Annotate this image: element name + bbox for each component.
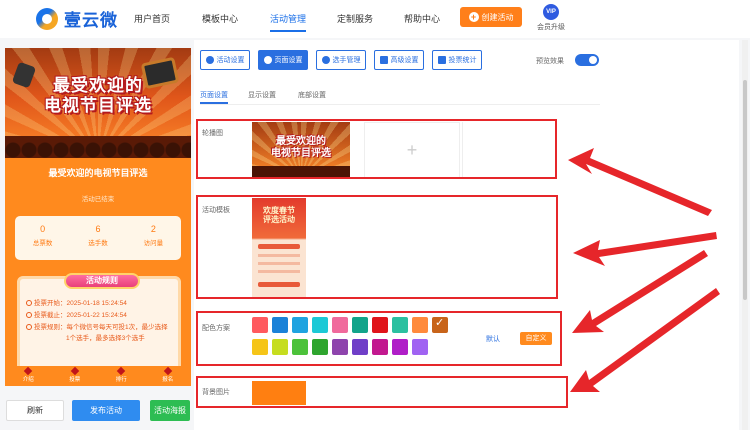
nav-item-custom-service[interactable]: 定制服务 (337, 12, 373, 25)
tab-icon (24, 366, 33, 376)
stat-value: 6 (95, 224, 101, 234)
rule-line: 投票规则：每个微信号每天可投1次，最少选择 (26, 321, 168, 331)
brand-logo[interactable]: 壹云微 (36, 6, 118, 31)
toolbar-vote-statistics[interactable]: 投票统计 (432, 50, 482, 70)
toolbar-page-settings[interactable]: 页面设置 (258, 50, 308, 70)
users-icon (321, 56, 330, 64)
divider (200, 104, 600, 105)
rule-line: 投票截止：2025-01-22 15:24:54 (26, 309, 127, 319)
nav-item-user-home[interactable]: 用户首页 (134, 12, 170, 25)
publish-activity-button[interactable]: 发布活动 (72, 400, 140, 421)
tab-intro[interactable]: 介绍 (5, 366, 52, 386)
annotation-box-colors (196, 311, 562, 366)
stat-value: 2 (150, 224, 156, 234)
nav-item-activity-management[interactable]: 活动管理 (270, 12, 306, 25)
clock-icon (26, 312, 32, 318)
clock-icon (26, 324, 32, 330)
rules-card: 活动规则 投票开始：2025-01-18 15:24:54 投票截止：2025-… (17, 273, 181, 374)
brand-name: 壹云微 (64, 11, 118, 30)
tab-icon (163, 366, 172, 376)
tab-icon (117, 366, 126, 376)
mobile-preview: 最受欢迎的 电视节目评选 最受欢迎的电视节目评选 活动已结束 0 总票数 6 选… (5, 48, 191, 386)
stat-label: 选手数 (88, 240, 108, 247)
tab-icon (70, 366, 79, 376)
toolbar-activity-settings[interactable]: 活动设置 (200, 50, 250, 70)
annotation-box-carousel (196, 119, 557, 179)
stat-label: 访问量 (143, 240, 164, 247)
app-window: { "brand": { "name": "壹云微" }, "nav": { "… (0, 0, 750, 430)
preview-activity-status: 活动已结束 (81, 196, 115, 203)
vip-upgrade-label: 会员升级 (537, 24, 565, 31)
banner-title: 最受欢迎的 电视节目评选 (5, 76, 191, 116)
top-nav-bar: 壹云微 用户首页 模板中心 活动管理 定制服务 帮助中心 + 创建活动 VIP … (0, 0, 750, 38)
subtab-footer-settings[interactable]: 底部设置 (298, 90, 326, 100)
subtab-page-settings[interactable]: 页面设置 (200, 90, 228, 100)
create-activity-label: 创建活动 (481, 12, 514, 22)
clock-icon (26, 300, 32, 306)
stat-contestants: 6 选手数 (70, 216, 125, 260)
toolbar-advanced-settings[interactable]: 高级设置 (374, 50, 424, 70)
vip-upgrade[interactable]: VIP 会员升级 (537, 4, 565, 32)
nav-item-template-center[interactable]: 模板中心 (202, 12, 238, 25)
stats-card: 0 总票数 6 选手数 2 访问量 (15, 216, 181, 260)
rules-title: 活动规则 (64, 273, 140, 289)
nav-active-indicator (270, 30, 306, 32)
annotation-box-template (196, 195, 558, 299)
refresh-button[interactable]: 刷新 (6, 400, 64, 421)
banner-title-line1: 最受欢迎的 (53, 76, 143, 95)
activity-poster-button[interactable]: 活动海报 (150, 400, 190, 421)
preview-toggle[interactable] (575, 54, 599, 66)
stat-label: 总票数 (32, 240, 53, 247)
stat-total-votes: 0 总票数 (15, 216, 70, 260)
preview-banner: 最受欢迎的 电视节目评选 (5, 48, 191, 158)
logo-icon (36, 7, 58, 30)
scrollbar-thumb[interactable] (743, 80, 747, 300)
preview-toggle-label: 预览效果 (536, 58, 564, 65)
annotation-box-background (196, 376, 568, 408)
plus-icon: + (468, 12, 479, 22)
toolbar-contestant-management[interactable]: 选手管理 (316, 50, 366, 70)
vip-badge-icon: VIP (543, 4, 559, 20)
subtab-display-settings[interactable]: 显示设置 (248, 90, 276, 100)
rule-line: 投票开始：2025-01-18 15:24:54 (26, 297, 127, 307)
preview-tab-bar: 介绍 投票 排行 报名 (5, 366, 191, 386)
gear-icon (263, 56, 272, 64)
nav-item-help-center[interactable]: 帮助中心 (404, 12, 440, 25)
tab-ranking[interactable]: 排行 (98, 366, 145, 386)
sliders-icon (379, 56, 388, 64)
gear-icon (205, 56, 214, 64)
create-activity-button[interactable]: + 创建活动 (460, 7, 522, 27)
crowd-silhouette (5, 136, 191, 158)
preview-activity-title: 最受欢迎的电视节目评选 (48, 168, 148, 178)
stat-visits: 2 访问量 (126, 216, 181, 260)
tab-signup[interactable]: 报名 (145, 366, 192, 386)
banner-title-line2: 电视节目评选 (44, 96, 152, 115)
rule-line: 1个选手，最多选择3个选手 (66, 335, 145, 342)
tab-vote[interactable]: 投票 (52, 366, 99, 386)
bar-chart-icon (437, 56, 446, 64)
stat-value: 0 (40, 224, 46, 234)
